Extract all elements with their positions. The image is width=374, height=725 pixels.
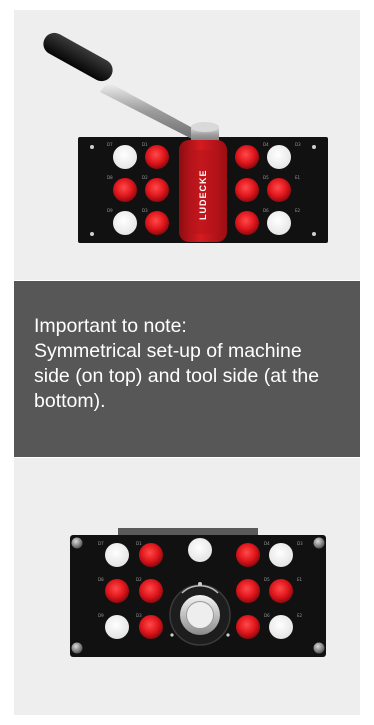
port-red [235, 178, 259, 202]
note-line: Symmetrical set-up of machine [34, 340, 302, 362]
bottom-product-image-panel: D7 D1 D4 D3 D8 D2 D5 E1 D9 D3 D6 E2 [14, 458, 360, 715]
port-label: D8 [98, 577, 104, 582]
port-red [139, 579, 163, 603]
note-heading: Important to note: [34, 315, 187, 337]
handle-brand-logo: LUDECKE [198, 169, 208, 220]
port-red [105, 579, 129, 603]
port-white [113, 145, 137, 169]
port-red [235, 211, 259, 235]
port-label: D9 [98, 613, 104, 618]
port-label: D6 [264, 613, 270, 618]
port-label: D5 [263, 175, 269, 180]
port-white [269, 615, 293, 639]
port-label: D7 [98, 541, 104, 546]
port-label: D8 [107, 175, 113, 180]
top-coupling-illustration: D7 D1 D4 D3 D8 D2 D5 E1 D9 D3 D6 E2 LUDE… [43, 32, 328, 243]
port-label: E1 [295, 175, 301, 180]
port-label: D2 [142, 175, 148, 180]
port-white [188, 538, 212, 562]
port-white [113, 211, 137, 235]
port-red [113, 178, 137, 202]
top-product-image-panel: D7 D1 D4 D3 D8 D2 D5 E1 D9 D3 D6 E2 LUDE… [14, 10, 360, 280]
port-label: D5 [264, 577, 270, 582]
bottom-coupling-illustration: D7 D1 D4 D3 D8 D2 D5 E1 D9 D3 D6 E2 [70, 528, 326, 657]
port-label: D3 [295, 142, 301, 147]
port-red [267, 178, 291, 202]
port-label: D3 [297, 541, 303, 546]
port-red [235, 145, 259, 169]
page: D7 D1 D4 D3 D8 D2 D5 E1 D9 D3 D6 E2 LUDE… [0, 0, 374, 725]
port-red [236, 543, 260, 567]
port-red [236, 579, 260, 603]
port-label: D2 [136, 577, 142, 582]
port-red [269, 579, 293, 603]
port-red [139, 615, 163, 639]
port-label: D1 [136, 541, 142, 546]
port-white [105, 615, 129, 639]
port-red [236, 615, 260, 639]
port-label: D4 [264, 541, 270, 546]
port-red [145, 145, 169, 169]
note-line: side (on top) and tool side (at the [34, 365, 320, 387]
port-white [269, 543, 293, 567]
note-text: Important to note: Symmetrical set-up of… [34, 314, 352, 414]
port-red [145, 178, 169, 202]
port-white [267, 145, 291, 169]
port-label: D9 [107, 208, 113, 213]
port-label: D1 [142, 142, 148, 147]
port-label: D6 [263, 208, 269, 213]
note-box: Important to note: Symmetrical set-up of… [14, 281, 360, 457]
port-label: D3 [142, 208, 148, 213]
port-label: D3 [136, 613, 142, 618]
lever-grip [43, 32, 113, 82]
port-white [267, 211, 291, 235]
port-label: E2 [297, 613, 303, 618]
port-label: D7 [107, 142, 113, 147]
port-white [105, 543, 129, 567]
port-label: E2 [295, 208, 301, 213]
port-red [145, 211, 169, 235]
port-label: E1 [297, 577, 303, 582]
note-line: bottom). [34, 390, 106, 412]
port-label: D4 [263, 142, 269, 147]
port-red [139, 543, 163, 567]
